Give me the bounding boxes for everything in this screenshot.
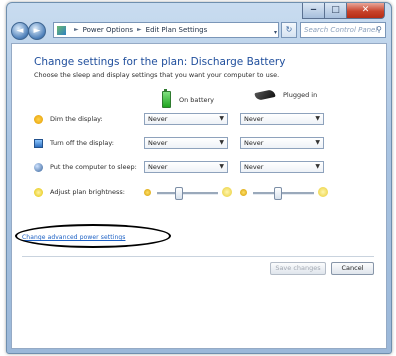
control-panel-icon: [57, 25, 66, 35]
brightness-plugged-slider[interactable]: [240, 186, 328, 200]
search-icon[interactable]: ⚲: [376, 23, 382, 37]
breadcrumb-separator: ►: [137, 26, 142, 33]
dim-sun-icon: [144, 189, 151, 196]
cancel-button[interactable]: Cancel: [331, 262, 374, 275]
minimize-button[interactable]: ‒: [302, 3, 325, 19]
annotation-circle: [15, 224, 171, 248]
slider-track[interactable]: [157, 192, 218, 195]
forward-button[interactable]: ►: [28, 22, 46, 40]
main-content: Change settings for the plan: Discharge …: [11, 43, 387, 349]
chevron-down-icon: ▼: [219, 163, 224, 170]
chevron-down-icon: ▼: [219, 115, 224, 122]
plug-icon: [254, 89, 276, 101]
column-header-battery: On battery: [162, 89, 215, 108]
sleep-battery-select[interactable]: Never ▼: [144, 161, 228, 173]
battery-icon: [162, 89, 171, 108]
chevron-down-icon: ▼: [219, 139, 224, 146]
bright-sun-icon: [318, 187, 328, 197]
refresh-button[interactable]: ↻: [281, 22, 297, 38]
titlebar-buttons: ‒ □ ✕: [302, 3, 385, 19]
dim-display-battery-select[interactable]: Never ▼: [144, 113, 228, 125]
page-subtitle: Choose the sleep and display settings th…: [34, 71, 280, 79]
monitor-icon: [34, 139, 43, 148]
setting-row-turn-off-display: Turn off the display: Never ▼ Never ▼: [34, 137, 374, 151]
back-button[interactable]: ◄: [11, 22, 29, 40]
setting-row-sleep: Put the computer to sleep: Never ▼ Never ▼: [34, 161, 374, 175]
divider: [22, 256, 374, 257]
close-button[interactable]: ✕: [347, 3, 385, 19]
chevron-down-icon[interactable]: ▾: [274, 25, 277, 41]
chevron-down-icon: ▼: [315, 139, 320, 146]
setting-label: Turn off the display:: [50, 139, 114, 147]
dim-sun-icon: [240, 189, 247, 196]
breadcrumb-edit-plan-settings[interactable]: Edit Plan Settings: [146, 22, 208, 38]
setting-row-dim-display: Dim the display: Never ▼ Never ▼: [34, 113, 374, 127]
setting-row-brightness: Adjust plan brightness:: [34, 186, 374, 200]
search-input[interactable]: Search Control Panel ⚲: [300, 22, 386, 38]
address-bar[interactable]: ► Power Options ► Edit Plan Settings ▾: [53, 22, 279, 38]
breadcrumb-power-options[interactable]: Power Options: [83, 22, 133, 38]
save-changes-button[interactable]: Save changes: [270, 262, 326, 275]
brightness-icon: [34, 188, 43, 197]
search-placeholder: Search Control Panel: [304, 26, 378, 34]
setting-label: Dim the display:: [50, 115, 103, 123]
setting-label: Adjust plan brightness:: [50, 188, 125, 196]
slider-track[interactable]: [253, 192, 314, 195]
dim-display-icon: [34, 115, 43, 124]
chevron-down-icon: ▼: [315, 163, 320, 170]
sleep-plugged-select[interactable]: Never ▼: [240, 161, 324, 173]
maximize-button[interactable]: □: [325, 3, 347, 19]
bright-sun-icon: [222, 187, 232, 197]
brightness-battery-slider[interactable]: [144, 186, 232, 200]
setting-label: Put the computer to sleep:: [50, 163, 137, 171]
slider-thumb[interactable]: [274, 187, 283, 200]
sleep-icon: [34, 163, 43, 172]
page-title: Change settings for the plan: Discharge …: [34, 56, 286, 68]
control-panel-window: ‒ □ ✕ ◄ ► ► Power Options ► Edit Plan Se…: [6, 2, 392, 354]
dim-display-plugged-select[interactable]: Never ▼: [240, 113, 324, 125]
chevron-down-icon: ▼: [315, 115, 320, 122]
turn-off-display-battery-select[interactable]: Never ▼: [144, 137, 228, 149]
slider-thumb[interactable]: [175, 187, 184, 200]
column-label-plugged: Plugged in: [283, 91, 318, 99]
column-label-battery: On battery: [179, 95, 215, 104]
navigation-bar: ◄ ► ► Power Options ► Edit Plan Settings…: [11, 21, 387, 41]
column-header-plugged: Plugged in: [254, 89, 318, 101]
breadcrumb-separator: ►: [74, 26, 79, 33]
turn-off-display-plugged-select[interactable]: Never ▼: [240, 137, 324, 149]
